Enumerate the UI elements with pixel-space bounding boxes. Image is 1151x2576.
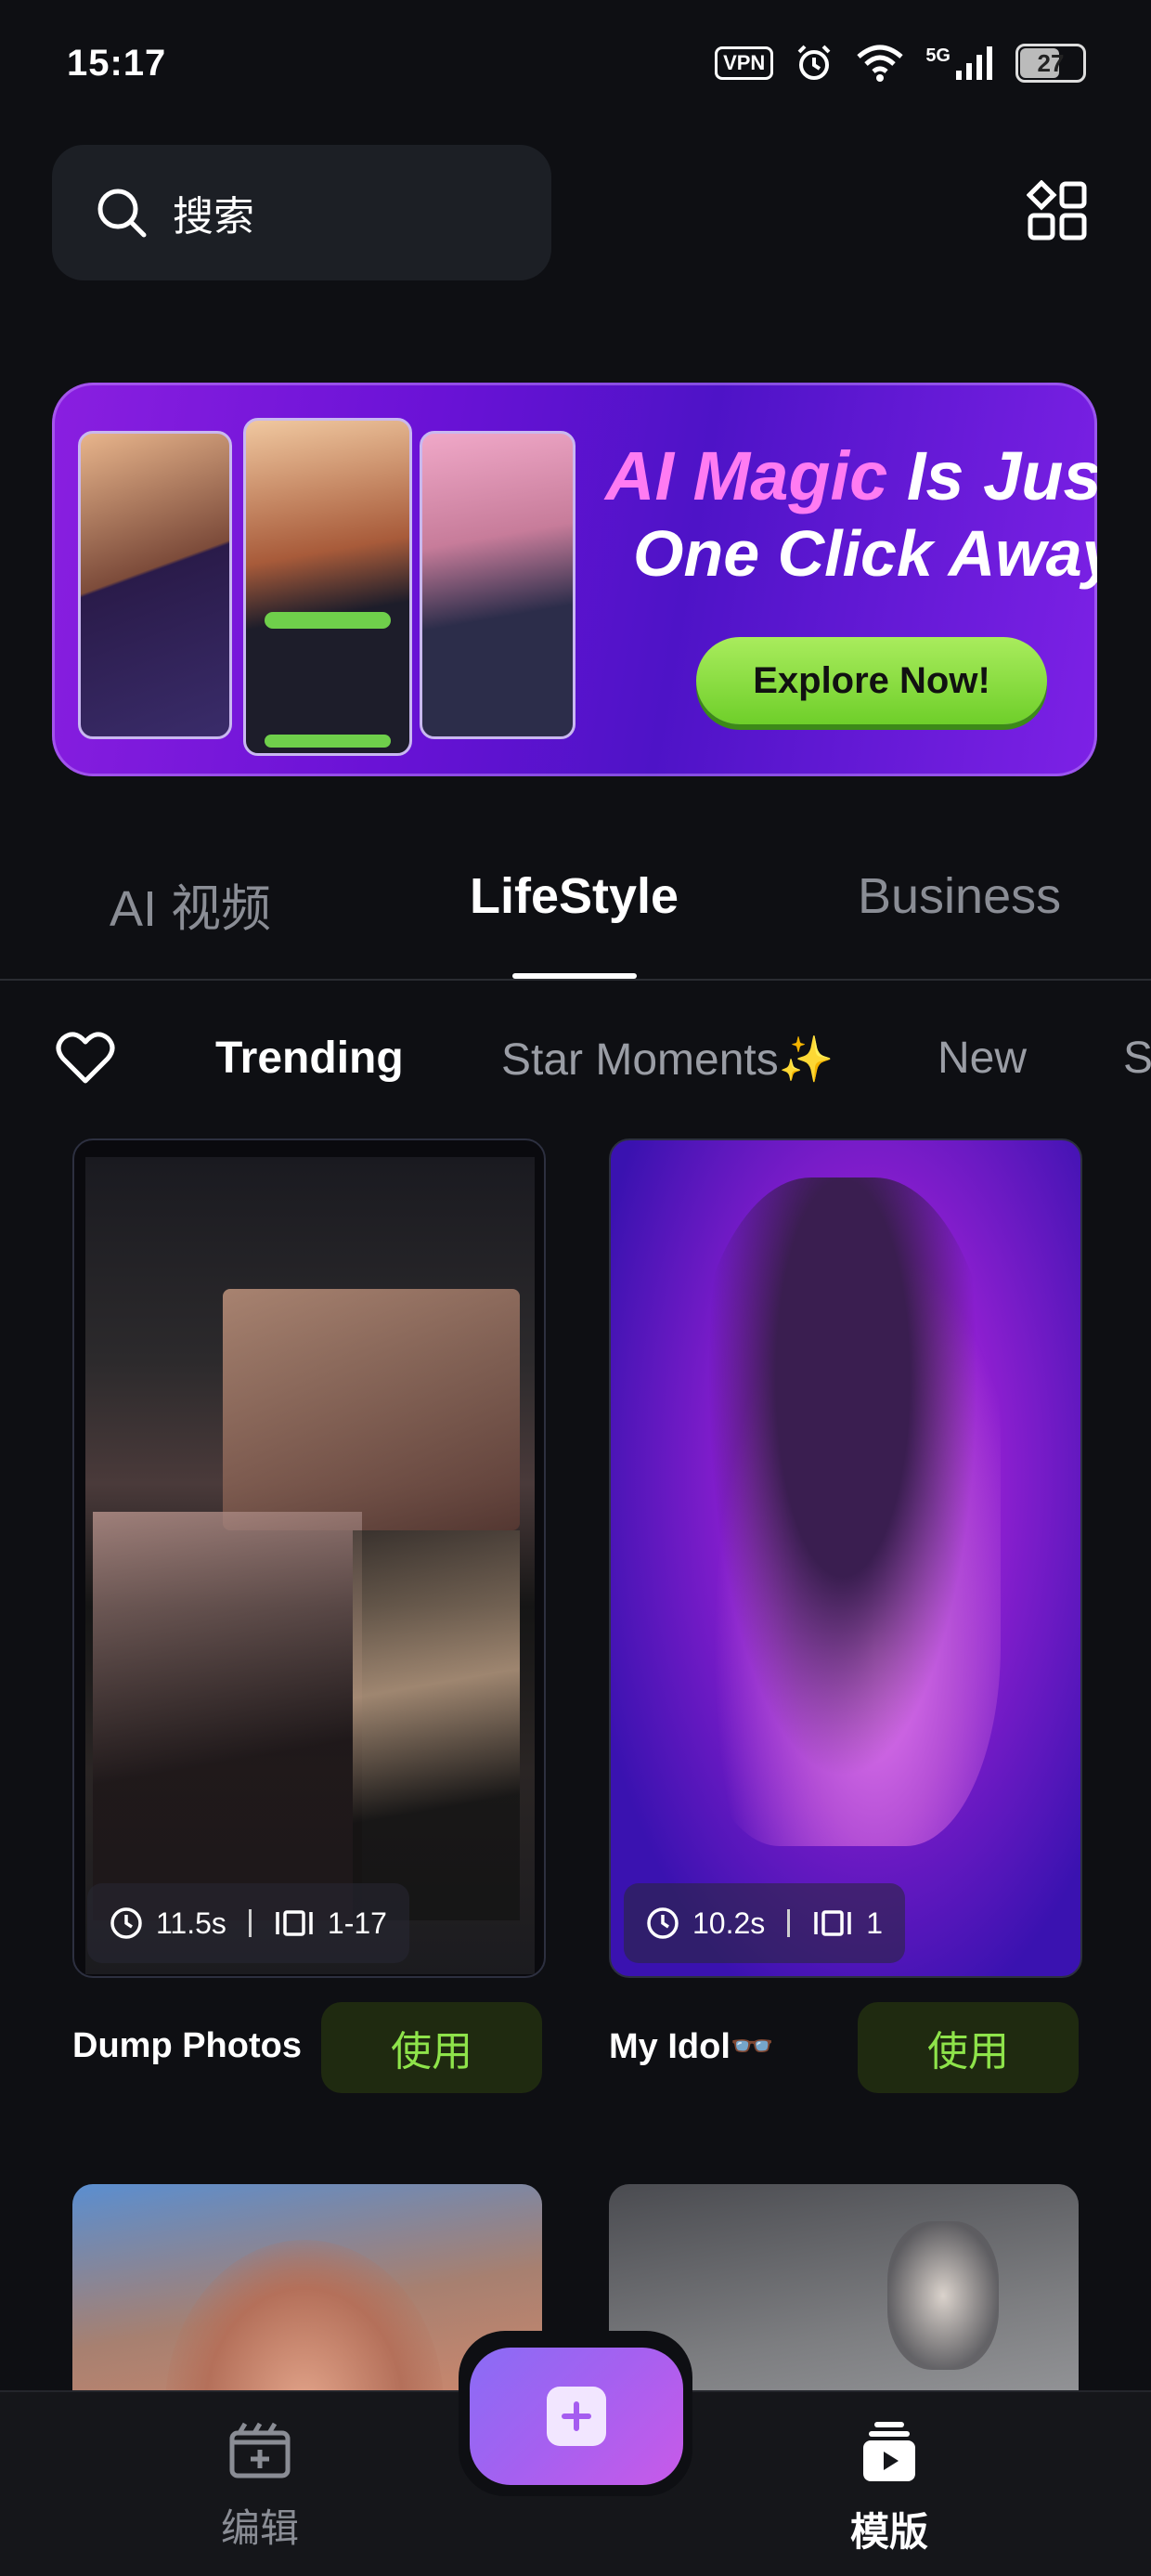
template-duration: 10.2s bbox=[692, 1906, 766, 1940]
explore-now-button[interactable]: Explore Now! bbox=[696, 637, 1047, 724]
use-template-button[interactable]: 使用 bbox=[321, 2002, 542, 2093]
status-icons: VPN 5G 27 bbox=[715, 43, 1086, 84]
clock-icon bbox=[647, 1907, 679, 1939]
templates-stack-icon bbox=[863, 2422, 915, 2481]
template-thumbnail bbox=[887, 2221, 999, 2370]
search-icon bbox=[97, 189, 147, 238]
status-time: 15:17 bbox=[67, 43, 167, 84]
banner-subtitle: One Click Away! bbox=[633, 517, 1097, 590]
tab-ai-video[interactable]: AI 视频 bbox=[110, 867, 271, 941]
search-box[interactable]: 搜索 bbox=[52, 145, 551, 280]
clips-icon bbox=[814, 1910, 852, 1936]
template-meta: 11.5s 1-17 bbox=[87, 1883, 409, 1963]
clock-icon bbox=[110, 1907, 142, 1939]
template-clips: 1-17 bbox=[327, 1906, 387, 1940]
category-tabs: AI 视频 LifeStyle Business bbox=[0, 854, 1151, 981]
banner-title: AI Magic Is Just bbox=[605, 436, 1097, 515]
subtab-star-moments[interactable]: Star Moments✨ bbox=[501, 1033, 834, 1086]
plus-icon bbox=[547, 2387, 606, 2446]
template-card-my-idol[interactable]: 10.2s 1 bbox=[609, 1138, 1082, 1978]
subtab-more[interactable]: S bbox=[1123, 1033, 1151, 1084]
sub-tabs: Trending Star Moments✨ New S bbox=[0, 1018, 1151, 1101]
tab-indicator bbox=[512, 973, 637, 979]
template-title: Dump Photos bbox=[72, 2026, 302, 2065]
banner-title-highlight: AI Magic bbox=[605, 437, 888, 514]
template-card-dump-photos[interactable]: 11.5s 1-17 bbox=[72, 1138, 546, 1978]
nav-edit-label: 编辑 bbox=[220, 2506, 299, 2550]
use-template-button[interactable]: 使用 bbox=[858, 2002, 1079, 2093]
wifi-icon bbox=[857, 45, 903, 82]
category-grid-icon[interactable] bbox=[1027, 180, 1088, 241]
banner-title-rest: Is Just bbox=[906, 437, 1097, 514]
promo-banner[interactable]: AI Magic Is Just One Click Away! Explore… bbox=[52, 383, 1097, 776]
subtab-trending[interactable]: Trending bbox=[215, 1033, 404, 1084]
vpn-icon: VPN bbox=[715, 46, 774, 80]
banner-phone-headphones bbox=[420, 431, 576, 739]
banner-phone-portrait bbox=[243, 418, 412, 756]
template-thumbnail bbox=[685, 1177, 1001, 1846]
tab-business[interactable]: Business bbox=[858, 867, 1061, 925]
favorites-heart-icon[interactable] bbox=[56, 1031, 115, 1085]
clapperboard-plus-icon bbox=[229, 2422, 291, 2478]
template-clips: 1 bbox=[866, 1906, 884, 1940]
nav-templates[interactable]: 模版 bbox=[796, 2420, 982, 2557]
banner-phone-couple bbox=[78, 431, 232, 739]
alarm-icon bbox=[797, 45, 831, 80]
nav-edit[interactable]: 编辑 bbox=[167, 2420, 353, 2554]
signal-icon bbox=[956, 46, 992, 80]
template-title: My Idol👓 bbox=[609, 2027, 775, 2066]
create-button[interactable] bbox=[470, 2348, 683, 2485]
subtab-new[interactable]: New bbox=[938, 1033, 1027, 1084]
network-label: 5G bbox=[925, 45, 951, 66]
tab-lifestyle[interactable]: LifeStyle bbox=[470, 867, 679, 925]
battery-level: 27 bbox=[1037, 48, 1065, 77]
template-meta: 10.2s 1 bbox=[624, 1883, 906, 1963]
search-label: 搜索 bbox=[173, 194, 254, 240]
template-duration: 11.5s bbox=[156, 1906, 226, 1940]
nav-templates-label: 模版 bbox=[849, 2510, 928, 2554]
clips-icon bbox=[276, 1910, 313, 1936]
battery-icon: 27 bbox=[1015, 44, 1086, 83]
status-bar: 15:17 VPN 5G 27 bbox=[0, 0, 1151, 130]
